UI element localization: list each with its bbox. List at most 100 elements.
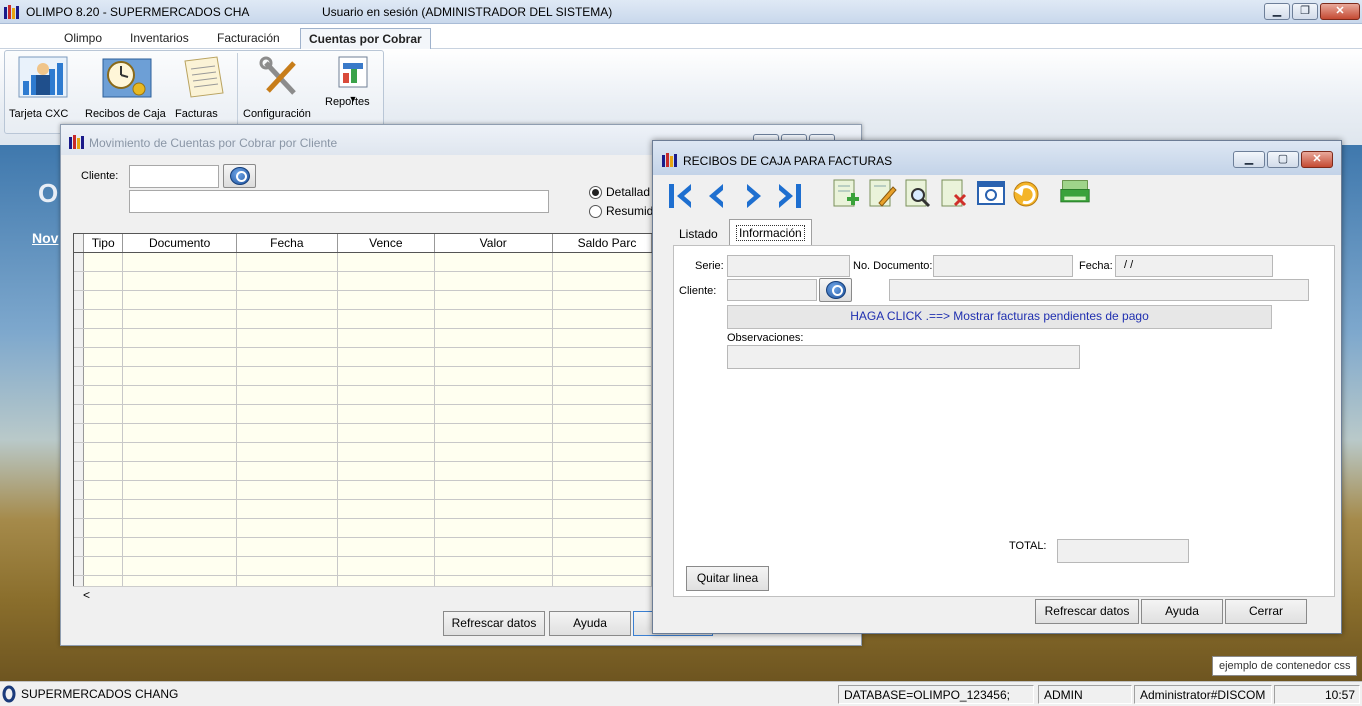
- cliente-code-input[interactable]: [129, 165, 219, 188]
- first-record-icon[interactable]: [665, 181, 697, 211]
- recibos-minimize-button[interactable]: ▁: [1233, 151, 1265, 168]
- close-button[interactable]: ✕: [1320, 3, 1360, 20]
- table-cell[interactable]: [337, 290, 435, 310]
- table-cell[interactable]: [83, 347, 124, 367]
- fecha-input[interactable]: / /: [1115, 255, 1273, 277]
- cliente-code-input[interactable]: [727, 279, 817, 301]
- table-cell[interactable]: [236, 252, 338, 272]
- row-selector[interactable]: [74, 366, 85, 386]
- table-cell[interactable]: [83, 290, 124, 310]
- tab-inventarios[interactable]: Inventarios: [122, 28, 197, 49]
- row-selector[interactable]: [74, 480, 85, 500]
- table-cell[interactable]: [337, 385, 435, 405]
- table-cell[interactable]: [434, 461, 553, 481]
- table-cell[interactable]: [552, 366, 652, 386]
- table-cell[interactable]: [552, 309, 652, 329]
- table-row[interactable]: [74, 423, 652, 443]
- no-documento-input[interactable]: [933, 255, 1073, 277]
- previous-record-icon[interactable]: [701, 181, 733, 211]
- movimientos-grid[interactable]: Tipo Documento Fecha Vence Valor Saldo P…: [73, 233, 653, 603]
- table-cell[interactable]: [236, 423, 338, 443]
- table-row[interactable]: [74, 328, 652, 348]
- table-cell[interactable]: [434, 499, 553, 519]
- row-selector[interactable]: [74, 404, 85, 424]
- table-cell[interactable]: [337, 499, 435, 519]
- mov-ayuda-button[interactable]: Ayuda: [549, 611, 631, 636]
- refresh-window-icon[interactable]: [975, 177, 1007, 209]
- column-header-vence[interactable]: Vence: [337, 234, 435, 253]
- table-row[interactable]: [74, 290, 652, 310]
- row-selector[interactable]: [74, 537, 85, 557]
- row-selector[interactable]: [74, 271, 85, 291]
- table-cell[interactable]: [337, 347, 435, 367]
- table-cell[interactable]: [337, 461, 435, 481]
- table-cell[interactable]: [122, 290, 237, 310]
- table-cell[interactable]: [122, 518, 237, 538]
- delete-document-icon[interactable]: [937, 177, 969, 209]
- table-cell[interactable]: [552, 252, 652, 272]
- row-selector[interactable]: [74, 442, 85, 462]
- table-cell[interactable]: [552, 385, 652, 405]
- table-cell[interactable]: [434, 271, 553, 291]
- table-cell[interactable]: [83, 556, 124, 576]
- table-cell[interactable]: [122, 461, 237, 481]
- table-cell[interactable]: [552, 518, 652, 538]
- table-cell[interactable]: [552, 423, 652, 443]
- add-document-icon[interactable]: [829, 177, 861, 209]
- column-header-fecha[interactable]: Fecha: [236, 234, 338, 253]
- row-selector[interactable]: [74, 385, 85, 405]
- column-header-tipo[interactable]: Tipo: [83, 234, 124, 253]
- table-cell[interactable]: [434, 252, 553, 272]
- table-row[interactable]: [74, 442, 652, 462]
- table-cell[interactable]: [236, 556, 338, 576]
- table-cell[interactable]: [236, 404, 338, 424]
- table-cell[interactable]: [83, 442, 124, 462]
- table-row[interactable]: [74, 556, 652, 576]
- tab-olimpo[interactable]: Olimpo: [56, 28, 110, 49]
- scroll-left-icon[interactable]: <: [83, 588, 90, 602]
- table-cell[interactable]: [552, 328, 652, 348]
- rec-ayuda-button[interactable]: Ayuda: [1141, 599, 1223, 624]
- table-cell[interactable]: [122, 442, 237, 462]
- tarjeta-cxc-button[interactable]: Tarjeta CXC: [9, 51, 77, 120]
- table-cell[interactable]: [337, 309, 435, 329]
- tab-informacion[interactable]: Información: [729, 219, 812, 245]
- table-cell[interactable]: [83, 499, 124, 519]
- table-cell[interactable]: [83, 271, 124, 291]
- table-cell[interactable]: [236, 290, 338, 310]
- row-selector[interactable]: [74, 252, 85, 272]
- tab-cuentas-por-cobrar[interactable]: Cuentas por Cobrar: [300, 28, 431, 49]
- reportes-button[interactable]: Reportes ▼: [325, 51, 381, 108]
- serie-input[interactable]: [727, 255, 850, 277]
- table-cell[interactable]: [83, 423, 124, 443]
- table-cell[interactable]: [337, 556, 435, 576]
- print-icon[interactable]: [1059, 177, 1091, 209]
- table-cell[interactable]: [122, 423, 237, 443]
- table-row[interactable]: [74, 461, 652, 481]
- cliente-search-button[interactable]: [223, 164, 256, 188]
- configuracion-button[interactable]: Configuración: [243, 51, 317, 120]
- row-selector[interactable]: [74, 423, 85, 443]
- table-cell[interactable]: [434, 366, 553, 386]
- recibos-restore-button[interactable]: ▢: [1267, 151, 1299, 168]
- minimize-button[interactable]: ▁: [1264, 3, 1290, 20]
- table-cell[interactable]: [434, 328, 553, 348]
- table-row[interactable]: [74, 271, 652, 291]
- row-selector[interactable]: [74, 556, 85, 576]
- table-cell[interactable]: [337, 423, 435, 443]
- table-row[interactable]: [74, 385, 652, 405]
- recibos-de-caja-button[interactable]: Recibos de Caja: [85, 51, 169, 120]
- table-cell[interactable]: [434, 347, 553, 367]
- table-cell[interactable]: [83, 385, 124, 405]
- table-row[interactable]: [74, 347, 652, 367]
- grid-horizontal-scrollbar[interactable]: <: [73, 586, 653, 604]
- table-cell[interactable]: [552, 347, 652, 367]
- table-cell[interactable]: [236, 385, 338, 405]
- table-cell[interactable]: [434, 537, 553, 557]
- column-header-documento[interactable]: Documento: [122, 234, 237, 253]
- table-row[interactable]: [74, 499, 652, 519]
- table-cell[interactable]: [552, 404, 652, 424]
- table-row[interactable]: [74, 537, 652, 557]
- restore-button[interactable]: ❐: [1292, 3, 1318, 20]
- table-cell[interactable]: [83, 537, 124, 557]
